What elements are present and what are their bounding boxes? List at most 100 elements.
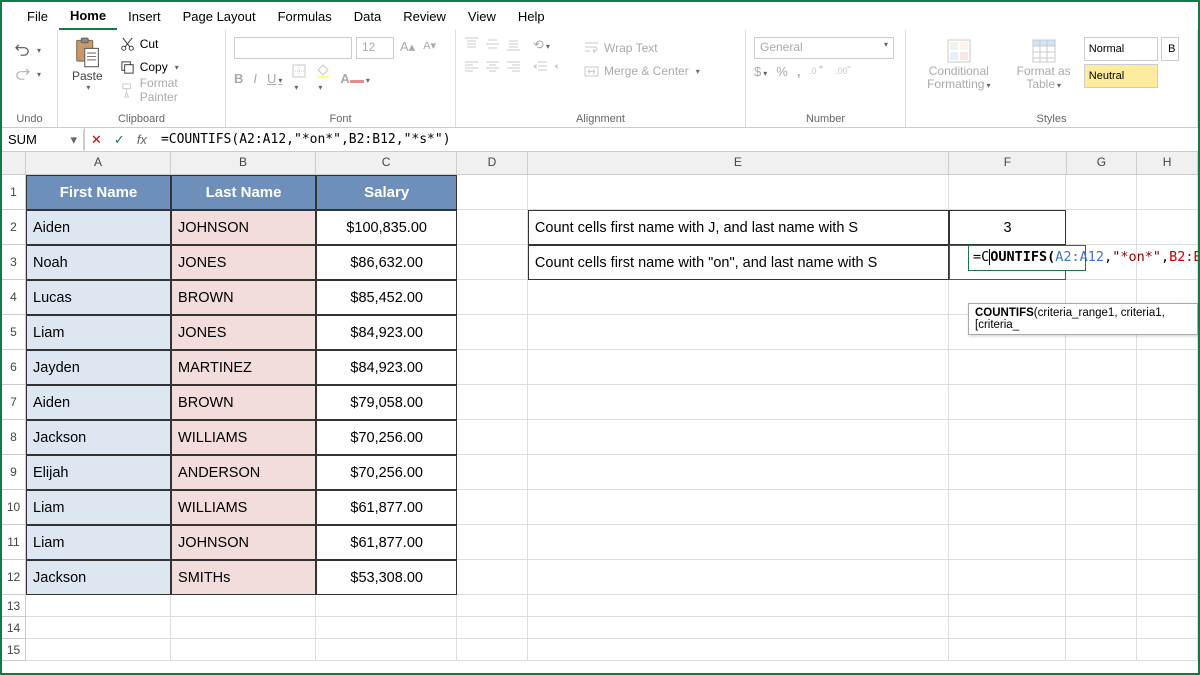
row-header-13[interactable]: 13 [2,595,26,617]
redo-button[interactable]: ▾ [10,63,46,85]
name-box[interactable]: SUM▾ [2,130,84,150]
menu-formulas[interactable]: Formulas [267,4,343,29]
column-header-E[interactable]: E [528,152,949,175]
decrease-decimal-button[interactable]: .00 [835,64,852,79]
menu-file[interactable]: File [16,4,59,29]
cell-C6[interactable]: $84,923.00 [316,350,457,385]
row-header-2[interactable]: 2 [2,210,26,245]
cell-D5[interactable] [457,315,528,350]
cell-B15[interactable] [171,639,316,661]
row-header-7[interactable]: 7 [2,385,26,420]
cell-H13[interactable] [1137,595,1198,617]
cell-E6[interactable] [528,350,949,385]
align-left-icon[interactable] [464,60,479,75]
cell-B1[interactable]: Last Name [171,175,316,210]
menu-insert[interactable]: Insert [117,4,172,29]
cell-H6[interactable] [1137,350,1198,385]
cell-F12[interactable] [949,560,1067,595]
row-header-4[interactable]: 4 [2,280,26,315]
orientation-icon[interactable]: ⟲▾ [533,37,550,53]
cell-E13[interactable] [528,595,949,617]
row-header-5[interactable]: 5 [2,315,26,350]
cell-E1[interactable] [528,175,949,210]
cell-C13[interactable] [316,595,457,617]
align-center-icon[interactable] [485,60,500,75]
cell-D3[interactable] [457,245,528,280]
cell-D9[interactable] [457,455,528,490]
formula-input[interactable] [153,130,1198,149]
cell-G15[interactable] [1066,639,1137,661]
cell-B6[interactable]: MARTINEZ [171,350,316,385]
row-header-10[interactable]: 10 [2,490,26,525]
border-button[interactable]: ▾ [292,64,306,93]
cell-F9[interactable] [949,455,1067,490]
cell-A11[interactable]: Liam [26,525,171,560]
cell-style-normal[interactable]: Normal [1084,37,1158,61]
fill-color-button[interactable]: ▾ [316,64,330,93]
wrap-text-button[interactable]: Wrap Text [579,37,705,59]
cell-F15[interactable] [949,639,1067,661]
font-color-button[interactable]: A▾ [340,71,369,86]
cell-A10[interactable]: Liam [26,490,171,525]
cut-button[interactable]: Cut [115,33,217,55]
cell-E11[interactable] [528,525,949,560]
cell-A8[interactable]: Jackson [26,420,171,455]
cell-E8[interactable] [528,420,949,455]
cell-D8[interactable] [457,420,528,455]
decrease-indent-icon[interactable] [533,60,548,75]
cell-G2[interactable] [1066,210,1137,245]
cell-G7[interactable] [1066,385,1137,420]
cell-E4[interactable] [528,280,949,315]
cell-A3[interactable]: Noah [26,245,171,280]
select-all-corner[interactable] [2,152,26,175]
row-header-8[interactable]: 8 [2,420,26,455]
cell-H11[interactable] [1137,525,1198,560]
cell-style-neutral[interactable]: Neutral [1084,64,1158,88]
cell-G10[interactable] [1066,490,1137,525]
cell-D12[interactable] [457,560,528,595]
cell-F7[interactable] [949,385,1067,420]
cell-B4[interactable]: BROWN [171,280,316,315]
cell-A14[interactable] [26,617,171,639]
cell-E7[interactable] [528,385,949,420]
cell-H1[interactable] [1137,175,1198,210]
cell-B12[interactable]: SMITHs [171,560,316,595]
row-header-11[interactable]: 11 [2,525,26,560]
underline-button[interactable]: U▾ [267,71,282,86]
cell-B3[interactable]: JONES [171,245,316,280]
cell-C12[interactable]: $53,308.00 [316,560,457,595]
row-header-14[interactable]: 14 [2,617,26,639]
cell-H2[interactable] [1137,210,1198,245]
active-cell-editor[interactable]: =COUNTIFS(A2:A12,"*on*",B2:B12,"*s*") [968,245,1086,271]
cell-F6[interactable] [949,350,1067,385]
align-middle-icon[interactable] [485,37,500,53]
row-header-9[interactable]: 9 [2,455,26,490]
cell-H10[interactable] [1137,490,1198,525]
column-header-H[interactable]: H [1137,152,1198,175]
cell-A2[interactable]: Aiden [26,210,171,245]
percent-format-button[interactable]: % [776,64,788,79]
cell-E2[interactable]: Count cells first name with J, and last … [528,210,949,245]
cell-D13[interactable] [457,595,528,617]
cell-G1[interactable] [1066,175,1137,210]
cell-C10[interactable]: $61,877.00 [316,490,457,525]
cell-B9[interactable]: ANDERSON [171,455,316,490]
cell-B11[interactable]: JOHNSON [171,525,316,560]
cell-A12[interactable]: Jackson [26,560,171,595]
font-size-select[interactable]: 12 [356,37,394,59]
cell-D4[interactable] [457,280,528,315]
decrease-font-icon[interactable]: A▾ [421,37,438,59]
cell-B13[interactable] [171,595,316,617]
confirm-formula-button[interactable]: ✓ [108,132,131,148]
menu-view[interactable]: View [457,4,507,29]
cell-H15[interactable] [1137,639,1198,661]
cell-D14[interactable] [457,617,528,639]
cell-C4[interactable]: $85,452.00 [316,280,457,315]
cell-H12[interactable] [1137,560,1198,595]
cell-A13[interactable] [26,595,171,617]
column-header-B[interactable]: B [171,152,316,175]
cell-H8[interactable] [1137,420,1198,455]
cell-B7[interactable]: BROWN [171,385,316,420]
cell-F14[interactable] [949,617,1067,639]
cell-F2[interactable]: 3 [949,210,1067,245]
